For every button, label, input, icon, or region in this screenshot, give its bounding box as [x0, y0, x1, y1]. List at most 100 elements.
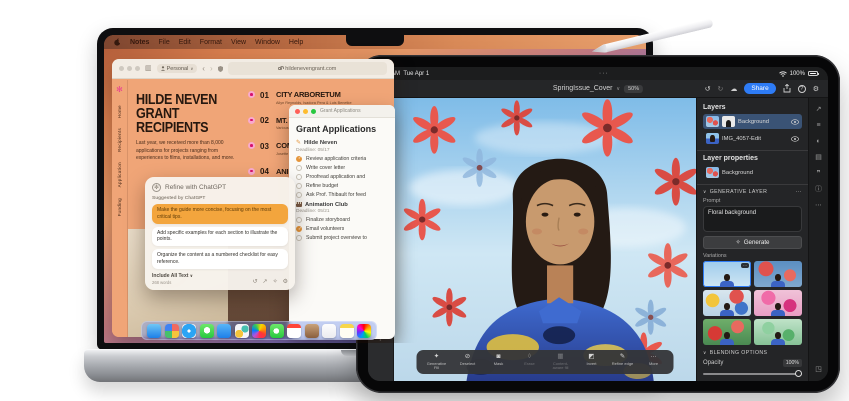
info-icon[interactable]: ⓘ — [815, 186, 822, 193]
dock-icon-messages[interactable] — [200, 324, 214, 338]
settings-icon[interactable]: ⚙ — [283, 278, 288, 285]
profile-switcher[interactable]: Personal ∨ — [157, 64, 198, 73]
zoom-button[interactable] — [311, 109, 316, 114]
menu-help[interactable]: Help — [289, 39, 303, 46]
generate-button[interactable]: ✧ Generate — [703, 236, 802, 249]
visibility-eye-icon[interactable] — [791, 119, 799, 125]
refine-edge-button[interactable]: ✎Refine edge — [611, 354, 635, 367]
nav-home[interactable]: Home — [117, 105, 122, 118]
undo-icon[interactable]: ↺ — [705, 85, 711, 93]
privacy-shield-icon[interactable] — [218, 66, 223, 72]
opacity-slider[interactable] — [703, 370, 802, 378]
settings-gear-icon[interactable]: ⚙ — [813, 85, 819, 93]
slider-knob[interactable] — [795, 370, 802, 377]
close-button[interactable] — [119, 66, 124, 71]
dock-icon-safari[interactable] — [182, 324, 196, 338]
deselect-button[interactable]: ⊘Deselect — [456, 354, 480, 367]
multitask-dots[interactable]: ··· — [599, 70, 609, 77]
share-icon[interactable]: ↗ — [263, 278, 268, 285]
opacity-value[interactable]: 100% — [783, 359, 802, 367]
checkbox-icon[interactable] — [296, 235, 302, 241]
window-controls[interactable] — [119, 66, 140, 71]
site-logo-icon[interactable]: ✻ — [116, 85, 123, 94]
todo-item[interactable]: Email volunteers — [296, 226, 388, 232]
suggestion-pill[interactable]: Make the guide more concise, focusing on… — [152, 204, 288, 224]
dock-icon-reminders[interactable] — [322, 324, 336, 338]
todo-item[interactable]: Proofread application and — [296, 174, 388, 180]
forward-button[interactable]: › — [210, 64, 213, 73]
export-icon[interactable]: ↗ — [816, 106, 822, 113]
share-button[interactable]: Share — [744, 83, 775, 94]
checkbox-icon[interactable] — [296, 165, 302, 171]
menu-window[interactable]: Window — [255, 39, 280, 46]
dock-icon-mail[interactable] — [217, 324, 231, 338]
generative-fill-button[interactable]: ✦Generative Fill — [425, 354, 449, 371]
checkbox-icon[interactable] — [296, 217, 302, 223]
minimize-button[interactable] — [127, 66, 132, 71]
todo-item[interactable]: Finalize storyboard — [296, 217, 388, 223]
generative-layer-header[interactable]: ∨ GENERATIVE LAYER ··· — [703, 189, 802, 195]
nav-application[interactable]: Application — [117, 162, 122, 187]
variation-thumbnail[interactable] — [703, 319, 751, 345]
document-title[interactable]: SpringIssue_Cover — [553, 85, 613, 92]
todo-item[interactable]: Write cover letter — [296, 165, 388, 171]
close-button[interactable] — [295, 109, 300, 114]
comments-icon[interactable]: ❞ — [817, 170, 821, 177]
variation-thumbnail[interactable] — [754, 261, 802, 287]
adjustments-icon[interactable]: ◐ — [816, 138, 820, 145]
dock-icon-files[interactable] — [305, 324, 319, 338]
content-aware-fill-button[interactable]: ▦Content-aware fill — [549, 354, 573, 371]
prompt-input[interactable]: Floral background — [703, 206, 802, 232]
suggestion-pill[interactable]: Add specific examples for each section t… — [152, 227, 288, 247]
invert-button[interactable]: ◩Invert — [580, 354, 604, 367]
window-controls[interactable] — [295, 109, 316, 114]
help-icon[interactable]: ? — [798, 85, 806, 93]
more-icon[interactable]: ⋯ — [815, 202, 822, 209]
properties-icon[interactable]: ≡ — [816, 122, 820, 129]
variation-thumbnail[interactable] — [754, 290, 802, 316]
dock-icon-facetime[interactable] — [270, 324, 284, 338]
zoom-button[interactable] — [135, 66, 140, 71]
mask-button[interactable]: ◙Mask — [487, 354, 511, 367]
todo-item[interactable]: Ask Prof. Thibault for feed — [296, 192, 388, 198]
layer-row-background[interactable]: Background — [703, 114, 802, 129]
checkbox-icon[interactable] — [296, 174, 302, 180]
menu-view[interactable]: View — [231, 39, 246, 46]
address-bar[interactable]: hildenevengrant.com — [228, 62, 387, 75]
sidebar-icon[interactable]: ▥ — [145, 65, 152, 72]
layer-row-img[interactable]: IMG_4057-Edit — [703, 131, 802, 146]
dock-icon-freeform[interactable] — [235, 324, 249, 338]
libraries-icon[interactable]: ▤ — [815, 154, 822, 161]
variation-thumbnail[interactable]: ··· — [703, 261, 751, 287]
nav-funding[interactable]: Funding — [117, 198, 122, 216]
export-icon[interactable] — [783, 84, 791, 93]
variation-thumbnail[interactable] — [754, 319, 802, 345]
checkbox-icon[interactable] — [296, 226, 302, 232]
canvas-size-icon[interactable]: ◳ — [815, 366, 822, 373]
recipient-row[interactable]: 01 CITY ARBORETUMAilyn Reynolds, Isadora… — [248, 90, 394, 105]
minimize-button[interactable] — [303, 109, 308, 114]
dock-icon-photos[interactable] — [252, 324, 266, 338]
redo-icon[interactable]: ↻ — [717, 85, 723, 93]
dock-icon-launchpad[interactable] — [165, 324, 179, 338]
todo-item[interactable]: Review application criteria — [296, 156, 388, 162]
zoom-level[interactable]: 50% — [624, 85, 643, 93]
photo-canvas[interactable]: ✦Generative Fill ⊘Deselect ◙Mask ◊Erase … — [394, 98, 696, 381]
todo-item[interactable]: Refine budget — [296, 183, 388, 189]
menu-format[interactable]: Format — [200, 39, 222, 46]
apple-menu-icon[interactable] — [114, 38, 121, 46]
todo-item[interactable]: Submit project overview to — [296, 235, 388, 241]
dock-icon-notes[interactable] — [340, 324, 354, 338]
dock-icon-calendar[interactable] — [287, 324, 301, 338]
back-button[interactable]: ‹ — [202, 64, 205, 73]
menu-edit[interactable]: Edit — [179, 39, 191, 46]
dock-icon-siri[interactable] — [357, 324, 371, 338]
cloud-sync-icon[interactable]: ☁ — [730, 85, 737, 93]
variation-thumbnail[interactable] — [703, 290, 751, 316]
checkbox-icon[interactable] — [296, 192, 302, 198]
suggestion-pill[interactable]: Organize the content as a numbered check… — [152, 249, 288, 269]
include-all-text-dropdown[interactable]: Include All Text ∨ — [152, 273, 193, 279]
dock-icon-finder[interactable] — [147, 324, 161, 338]
checkbox-icon[interactable] — [296, 183, 302, 189]
nav-recipients[interactable]: Recipients — [117, 128, 122, 152]
